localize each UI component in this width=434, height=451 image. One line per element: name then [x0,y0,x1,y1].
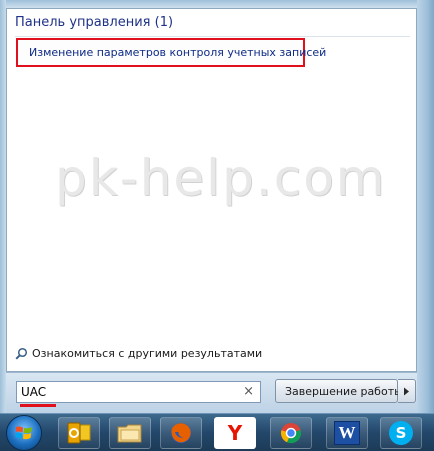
outlook-icon [67,422,91,444]
windows-logo-icon [15,426,32,440]
clear-search-icon[interactable]: × [243,384,254,399]
search-results-pane: Панель управления (1) Изменение параметр… [6,8,417,372]
results-group-header[interactable]: Панель управления (1) [15,15,173,30]
group-divider [15,36,410,37]
start-menu-bottom-bar: × Завершение работы [6,372,417,414]
taskbar-word-button[interactable]: W [326,417,368,449]
word-icon: W [334,421,360,445]
window-frame-right [417,0,434,413]
result-item-uac-settings[interactable]: Изменение параметров контроля учетных за… [16,38,326,67]
folder-icon [117,424,142,443]
firefox-icon [171,423,191,443]
taskbar-outlook-button[interactable] [58,417,100,449]
shutdown-button[interactable]: Завершение работы [275,379,403,403]
chrome-icon [280,423,302,444]
see-more-results-link[interactable]: Ознакомиться с другими результатами [15,347,262,360]
search-icon [15,347,28,360]
taskbar-explorer-button[interactable] [109,417,151,449]
search-box[interactable]: × [16,381,261,403]
shutdown-label: Завершение работы [285,384,403,398]
watermark-text: pk-help.com [55,149,387,207]
search-highlight-underline [20,404,56,407]
word-icon-glyph: W [338,423,356,442]
windows-start-orb-icon[interactable] [6,415,42,451]
skype-icon: S [389,421,413,445]
skype-icon-glyph: S [395,424,407,442]
yandex-icon: Y [227,421,243,445]
taskbar-yandex-button[interactable]: Y [214,417,256,449]
result-item-label: Изменение параметров контроля учетных за… [29,46,327,59]
window-frame-top [0,0,434,8]
triangle-right-icon [404,387,409,395]
taskbar: Y W S [0,413,434,451]
taskbar-skype-button[interactable]: S [380,417,422,449]
taskbar-firefox-button[interactable] [160,417,202,449]
search-input[interactable] [17,384,233,400]
see-more-results-label: Ознакомиться с другими результатами [32,347,263,360]
shutdown-options-button[interactable] [398,379,416,403]
taskbar-chrome-button[interactable] [270,417,312,449]
